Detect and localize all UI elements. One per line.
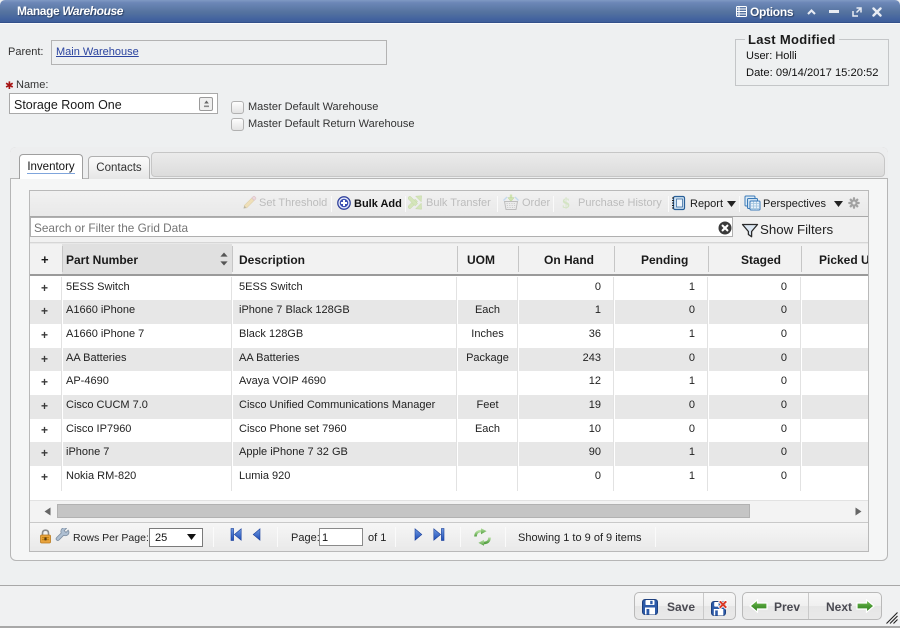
svg-text:$: $ [562,196,570,211]
